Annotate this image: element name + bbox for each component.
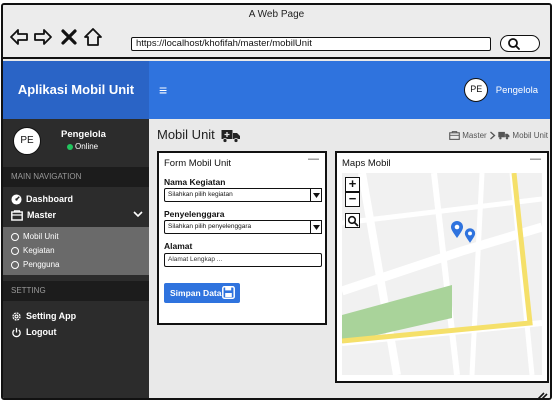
- power-icon: [12, 328, 21, 338]
- caret-down-icon: [312, 193, 320, 198]
- submenu-item-label: Mobil Unit: [23, 232, 59, 241]
- profile-avatar: PE: [13, 127, 41, 155]
- sidebar-item-setting-app[interactable]: Setting App: [11, 309, 76, 323]
- penyelenggara-select-value: Silahkan pilih penyelenggara: [168, 223, 252, 230]
- kegiatan-label: Nama Kegiatan: [164, 177, 226, 187]
- sidebar-item-dashboard[interactable]: Dashboard: [11, 192, 73, 206]
- browser-title: A Web Page: [248, 9, 305, 20]
- address-bar[interactable]: https://localhost/khofifah/master/mobilU…: [131, 37, 491, 51]
- app-brand[interactable]: Aplikasi Mobil Unit: [3, 61, 149, 119]
- map-pin-icon[interactable]: [464, 228, 476, 244]
- map-view[interactable]: + −: [342, 173, 542, 375]
- caret-down-icon: [312, 225, 320, 230]
- sidebar-item-label: Logout: [26, 327, 57, 337]
- circle-icon: [11, 246, 19, 255]
- sidebar-profile: PE Pengelola Online: [3, 119, 149, 165]
- dashboard-icon: [11, 194, 22, 205]
- penyelenggara-label: Penyelenggara: [164, 209, 225, 219]
- map-search-button[interactable]: [345, 213, 360, 228]
- user-menu[interactable]: PE Pengelola: [464, 78, 538, 102]
- section-main-navigation: MAIN NAVIGATION: [3, 167, 149, 187]
- folder-icon: [11, 210, 23, 221]
- close-icon[interactable]: [59, 27, 79, 47]
- submenu-item-pengguna[interactable]: Pengguna: [11, 259, 59, 271]
- profile-name: Pengelola: [61, 129, 106, 140]
- online-status-icon: [67, 143, 73, 150]
- search-icon: [347, 215, 358, 226]
- maps-mobil-card: Maps Mobil — + −: [335, 151, 549, 383]
- map-card-title: Maps Mobil: [342, 158, 391, 169]
- breadcrumb-master[interactable]: Master: [462, 131, 486, 140]
- submenu-item-label: Kegiatan: [23, 246, 55, 255]
- submenu-item-kegiatan[interactable]: Kegiatan: [11, 245, 55, 257]
- profile-status: Online: [67, 142, 98, 151]
- circle-icon: [11, 260, 19, 269]
- submenu-item-mobil-unit[interactable]: Mobil Unit: [11, 231, 59, 243]
- zoom-out-button[interactable]: −: [345, 192, 360, 207]
- select-arrow: [310, 220, 322, 234]
- submenu-item-label: Pengguna: [23, 260, 60, 269]
- minimize-icon[interactable]: —: [530, 153, 541, 165]
- map-pin-icon[interactable]: [450, 221, 464, 239]
- sidebar-item-label: Dashboard: [26, 194, 74, 204]
- save-button-label: Simpan Data: [170, 288, 222, 298]
- truck-icon: [498, 132, 510, 140]
- alamat-input[interactable]: Alamat Lengkap ...: [164, 253, 322, 267]
- resize-grip-icon[interactable]: [534, 390, 548, 400]
- folder-icon: [449, 131, 460, 141]
- profile-status-text: Online: [75, 142, 99, 151]
- simpan-data-button[interactable]: Simpan Data: [164, 283, 240, 303]
- alamat-label: Alamat: [164, 241, 193, 251]
- breadcrumb: Master Mobil Unit: [449, 131, 548, 141]
- page-title-text: Mobil Unit: [157, 127, 215, 142]
- hamburger-menu-icon[interactable]: ≡: [159, 83, 167, 97]
- minimize-icon[interactable]: —: [308, 153, 319, 165]
- sidebar-item-master[interactable]: Master: [11, 208, 56, 222]
- browser-window: A Web Page https://localhost/khofifah/ma…: [1, 3, 552, 400]
- app-header: Aplikasi Mobil Unit ≡ PE Pengelola: [3, 61, 550, 119]
- browser-toolbar: A Web Page https://localhost/khofifah/ma…: [3, 5, 550, 59]
- home-icon[interactable]: [83, 27, 103, 47]
- page-title: Mobil Unit: [157, 127, 241, 143]
- master-submenu: Mobil Unit Kegiatan Pengguna: [3, 227, 149, 275]
- back-arrow-icon[interactable]: [9, 27, 29, 47]
- form-card-title: Form Mobil Unit: [164, 158, 232, 169]
- chevron-right-icon: [490, 131, 496, 140]
- gear-icon: [12, 312, 21, 321]
- form-mobil-unit-card: Form Mobil Unit — Nama Kegiatan Silahkan…: [157, 151, 327, 325]
- sidebar: PE Pengelola Online MAIN NAVIGATION Dash…: [3, 119, 149, 398]
- chevron-down-icon[interactable]: [133, 210, 143, 218]
- sidebar-item-label: Master: [27, 210, 57, 220]
- browser-search-button[interactable]: [500, 35, 540, 52]
- sidebar-item-label: Setting App: [26, 311, 77, 321]
- header-user-name: Pengelola: [495, 84, 538, 96]
- search-icon: [508, 38, 520, 50]
- kegiatan-select[interactable]: Silahkan pilih kegiatan: [164, 188, 322, 202]
- map-roads: [342, 173, 542, 375]
- kegiatan-select-value: Silahkan pilih kegiatan: [168, 191, 233, 198]
- breadcrumb-mobil-unit: Mobil Unit: [512, 131, 548, 140]
- penyelenggara-select[interactable]: Silahkan pilih penyelenggara: [164, 220, 322, 234]
- zoom-in-button[interactable]: +: [345, 177, 360, 192]
- avatar: PE: [464, 78, 489, 102]
- main-content: Mobil Unit Master Mobil Unit Form Mobil …: [149, 119, 550, 400]
- floppy-disk-icon: [222, 286, 235, 299]
- section-setting: SETTING: [3, 281, 149, 301]
- circle-icon: [11, 232, 19, 241]
- forward-arrow-icon[interactable]: [33, 27, 53, 47]
- truck-icon: [221, 129, 241, 143]
- select-arrow: [310, 188, 322, 202]
- sidebar-item-logout[interactable]: Logout: [11, 325, 57, 339]
